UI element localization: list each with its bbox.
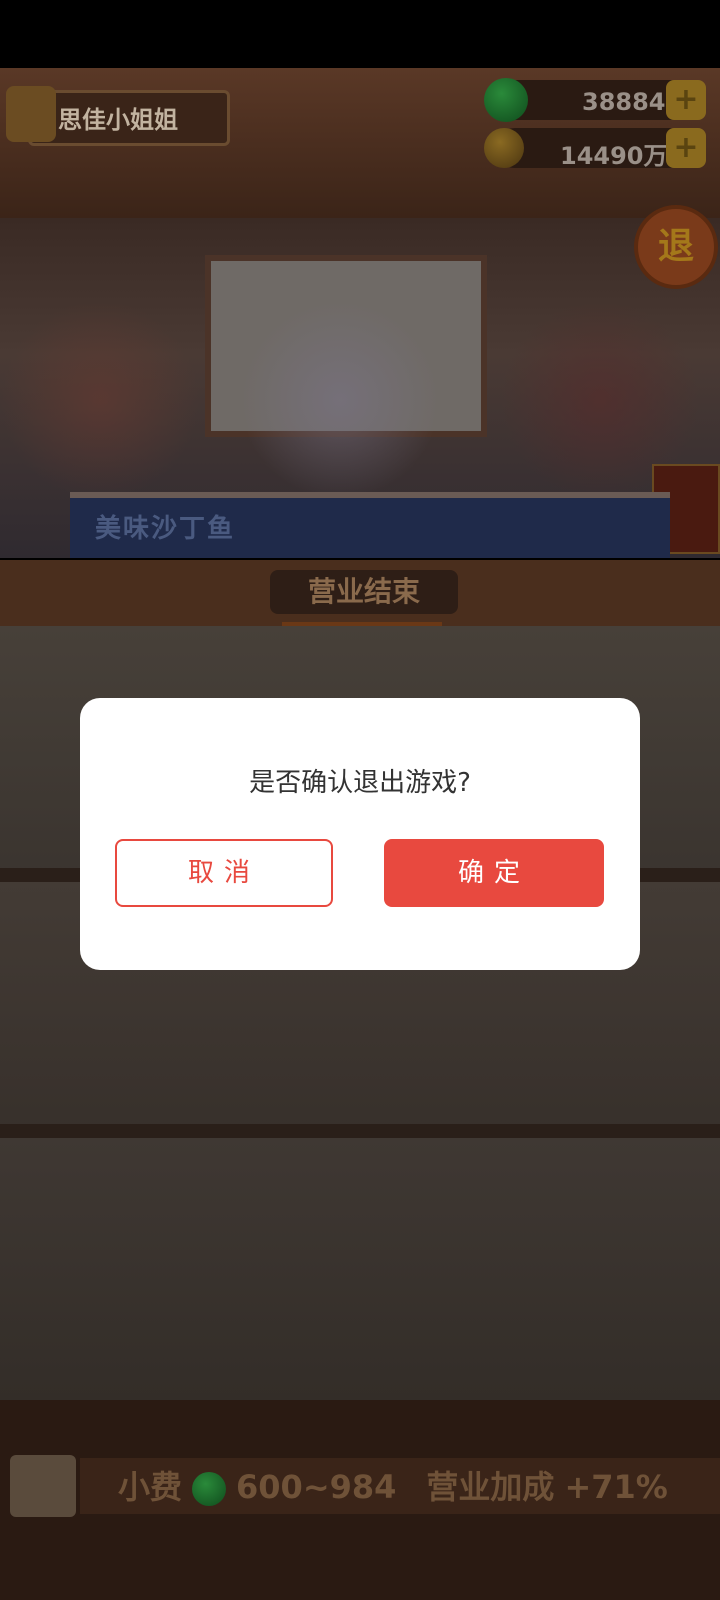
confirm-button[interactable]: 确定 <box>384 839 604 907</box>
cancel-button[interactable]: 取消 <box>115 839 333 907</box>
dialog-message: 是否确认退出游戏? <box>249 768 471 798</box>
exit-confirm-dialog <box>80 698 640 970</box>
